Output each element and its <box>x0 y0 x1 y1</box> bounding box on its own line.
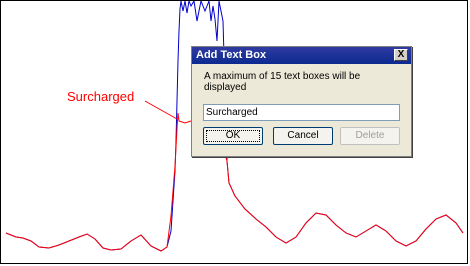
delete-button[interactable]: Delete <box>340 127 400 145</box>
add-text-box-dialog: Add Text Box X A maximum of 15 text boxe… <box>191 46 412 157</box>
dialog-titlebar[interactable]: Add Text Box X <box>192 47 411 64</box>
annotation-text[interactable]: Surcharged <box>67 89 134 104</box>
text-box-input[interactable] <box>203 104 400 121</box>
dialog-title: Add Text Box <box>196 49 267 61</box>
ok-button[interactable]: OK <box>203 127 263 145</box>
dialog-message: A maximum of 15 text boxes will be displ… <box>204 71 361 93</box>
close-button[interactable]: X <box>394 49 408 61</box>
annotation-leader-line <box>144 100 178 120</box>
cancel-button[interactable]: Cancel <box>273 127 333 145</box>
